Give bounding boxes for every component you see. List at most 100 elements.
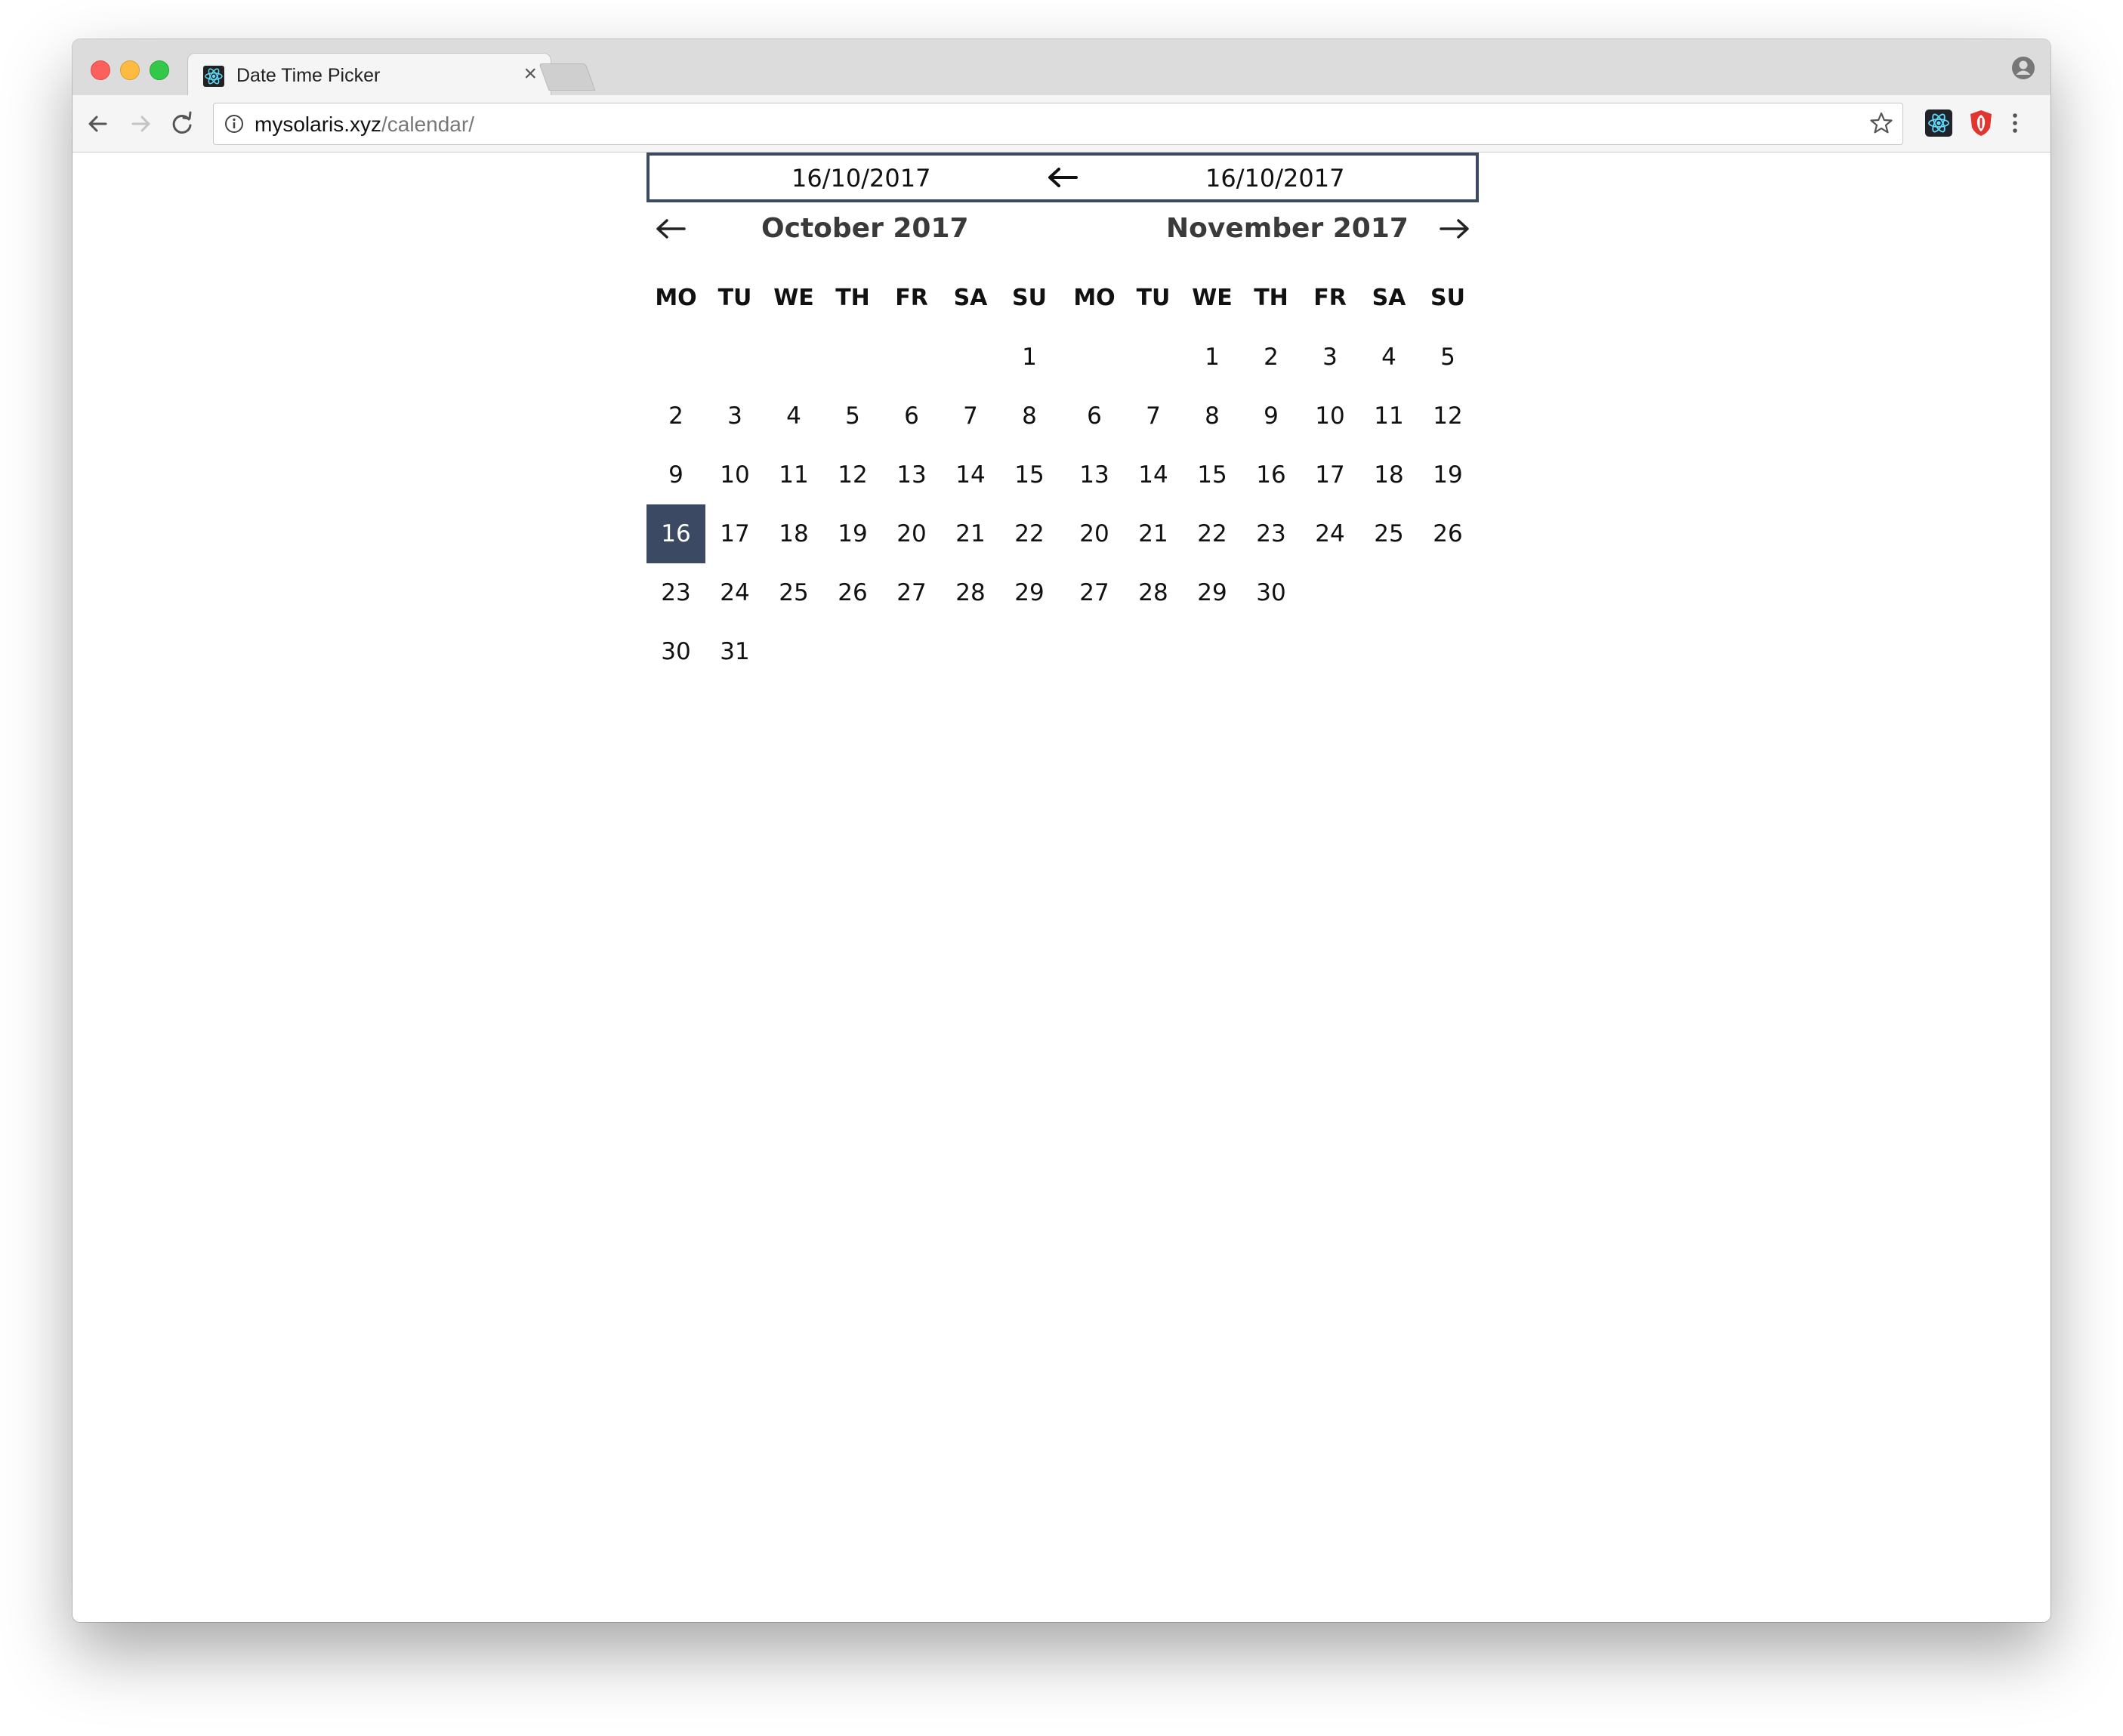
day-cell[interactable]: 6	[882, 387, 941, 446]
day-cell[interactable]: 19	[1418, 446, 1477, 504]
day-cell[interactable]: 5	[823, 387, 882, 446]
day-cell[interactable]: 12	[1418, 387, 1477, 446]
day-cell[interactable]: 13	[1065, 446, 1124, 504]
day-cell[interactable]: 22	[1183, 504, 1242, 563]
day-cell[interactable]: 23	[646, 563, 705, 622]
day-cell[interactable]: 15	[1183, 446, 1242, 504]
address-bar[interactable]: mysolaris.xyz/calendar/	[213, 103, 1903, 145]
day-cell[interactable]: 29	[1000, 563, 1059, 622]
weekday-header: SA	[1372, 285, 1406, 311]
day-cell[interactable]: 1	[1000, 328, 1059, 387]
day-cell[interactable]: 21	[941, 504, 1000, 563]
day-cell[interactable]: 10	[1301, 387, 1359, 446]
day-cell-selected[interactable]: 16	[646, 504, 705, 563]
shield-extension-icon[interactable]	[1965, 107, 1997, 139]
info-icon[interactable]	[224, 114, 244, 134]
day-cell[interactable]: 7	[941, 387, 1000, 446]
prev-month-arrow-left-icon[interactable]	[654, 217, 687, 240]
day-cell[interactable]: 4	[764, 387, 823, 446]
arrow-left-icon	[1046, 166, 1079, 189]
day-cell[interactable]: 4	[1359, 328, 1418, 387]
day-cell[interactable]: 31	[705, 622, 764, 681]
day-cell[interactable]: 9	[1242, 387, 1301, 446]
day-cell[interactable]: 7	[1124, 387, 1183, 446]
day-cell[interactable]: 21	[1124, 504, 1183, 563]
day-cell[interactable]: 24	[705, 563, 764, 622]
day-cell[interactable]: 14	[941, 446, 1000, 504]
month-title: October 2017	[761, 213, 969, 244]
day-cell[interactable]: 25	[1359, 504, 1418, 563]
day-cell[interactable]: 2	[1242, 328, 1301, 387]
browser-window: Date Time Picker × mysolaris.xyz/calenda…	[73, 39, 2050, 1622]
bookmark-star-icon[interactable]	[1869, 111, 1893, 135]
day-cell[interactable]: 11	[1359, 387, 1418, 446]
menu-kebab-icon[interactable]	[2007, 107, 2023, 139]
day-cell[interactable]: 17	[705, 504, 764, 563]
day-cell[interactable]: 2	[646, 387, 705, 446]
day-cell[interactable]: 8	[1000, 387, 1059, 446]
day-cell[interactable]: 6	[1065, 387, 1124, 446]
day-cell[interactable]: 30	[646, 622, 705, 681]
day-cell[interactable]: 18	[764, 504, 823, 563]
zoom-window-button[interactable]	[150, 60, 169, 80]
day-cell[interactable]: 25	[764, 563, 823, 622]
weekday-header: MO	[655, 285, 697, 311]
day-cell[interactable]: 15	[1000, 446, 1059, 504]
profile-icon[interactable]	[2011, 56, 2035, 80]
day-cell[interactable]: 18	[1359, 446, 1418, 504]
day-cell[interactable]: 30	[1242, 563, 1301, 622]
weekday-header: WE	[773, 285, 814, 311]
url-text[interactable]: mysolaris.xyz/calendar/	[255, 113, 474, 137]
range-start-value[interactable]: 16/10/2017	[791, 164, 930, 193]
react-devtools-icon[interactable]	[1923, 107, 1955, 139]
day-cell[interactable]: 20	[1065, 504, 1124, 563]
day-cell[interactable]: 28	[941, 563, 1000, 622]
tab-close-icon[interactable]: ×	[523, 63, 537, 85]
day-cell[interactable]: 27	[882, 563, 941, 622]
weekday-header: TH	[1254, 285, 1288, 311]
url-host: mysolaris.xyz	[255, 113, 382, 136]
day-cell[interactable]: 17	[1301, 446, 1359, 504]
day-cell[interactable]: 26	[823, 563, 882, 622]
reload-icon[interactable]	[167, 109, 197, 139]
day-cell[interactable]: 19	[823, 504, 882, 563]
browser-toolbar: mysolaris.xyz/calendar/	[73, 95, 2050, 153]
weekday-header: TU	[717, 285, 752, 311]
weekday-header: WE	[1192, 285, 1233, 311]
day-cell[interactable]: 9	[646, 446, 705, 504]
day-cell[interactable]: 23	[1242, 504, 1301, 563]
close-window-button[interactable]	[91, 60, 110, 80]
day-cell[interactable]: 29	[1183, 563, 1242, 622]
next-month-arrow-right-icon[interactable]	[1438, 217, 1471, 240]
back-icon[interactable]	[83, 109, 113, 139]
day-cell[interactable]: 5	[1418, 328, 1477, 387]
date-range-input[interactable]: 16/10/2017 16/10/2017	[646, 153, 1479, 202]
day-cell[interactable]: 14	[1124, 446, 1183, 504]
new-tab-button[interactable]	[538, 63, 596, 91]
day-cell[interactable]: 12	[823, 446, 882, 504]
weekday-header: FR	[895, 285, 928, 311]
day-cell[interactable]: 3	[1301, 328, 1359, 387]
minimize-window-button[interactable]	[120, 60, 140, 80]
weekday-header: TH	[835, 285, 870, 311]
range-end-value[interactable]: 16/10/2017	[1205, 164, 1344, 193]
tab-title: Date Time Picker	[236, 65, 381, 86]
tab-date-time-picker[interactable]: Date Time Picker ×	[187, 53, 551, 96]
day-cell[interactable]: 13	[882, 446, 941, 504]
day-cell[interactable]: 8	[1183, 387, 1242, 446]
weekday-header: SU	[1012, 285, 1047, 311]
forward-icon[interactable]	[125, 109, 156, 139]
month-title: November 2017	[1166, 213, 1409, 244]
day-cell[interactable]: 10	[705, 446, 764, 504]
day-cell[interactable]: 28	[1124, 563, 1183, 622]
day-cell[interactable]: 3	[705, 387, 764, 446]
day-cell[interactable]: 24	[1301, 504, 1359, 563]
day-cell[interactable]: 20	[882, 504, 941, 563]
day-cell[interactable]: 27	[1065, 563, 1124, 622]
day-cell[interactable]: 11	[764, 446, 823, 504]
day-cell[interactable]: 22	[1000, 504, 1059, 563]
weekday-header: TU	[1136, 285, 1171, 311]
day-cell[interactable]: 1	[1183, 328, 1242, 387]
day-cell[interactable]: 26	[1418, 504, 1477, 563]
day-cell[interactable]: 16	[1242, 446, 1301, 504]
